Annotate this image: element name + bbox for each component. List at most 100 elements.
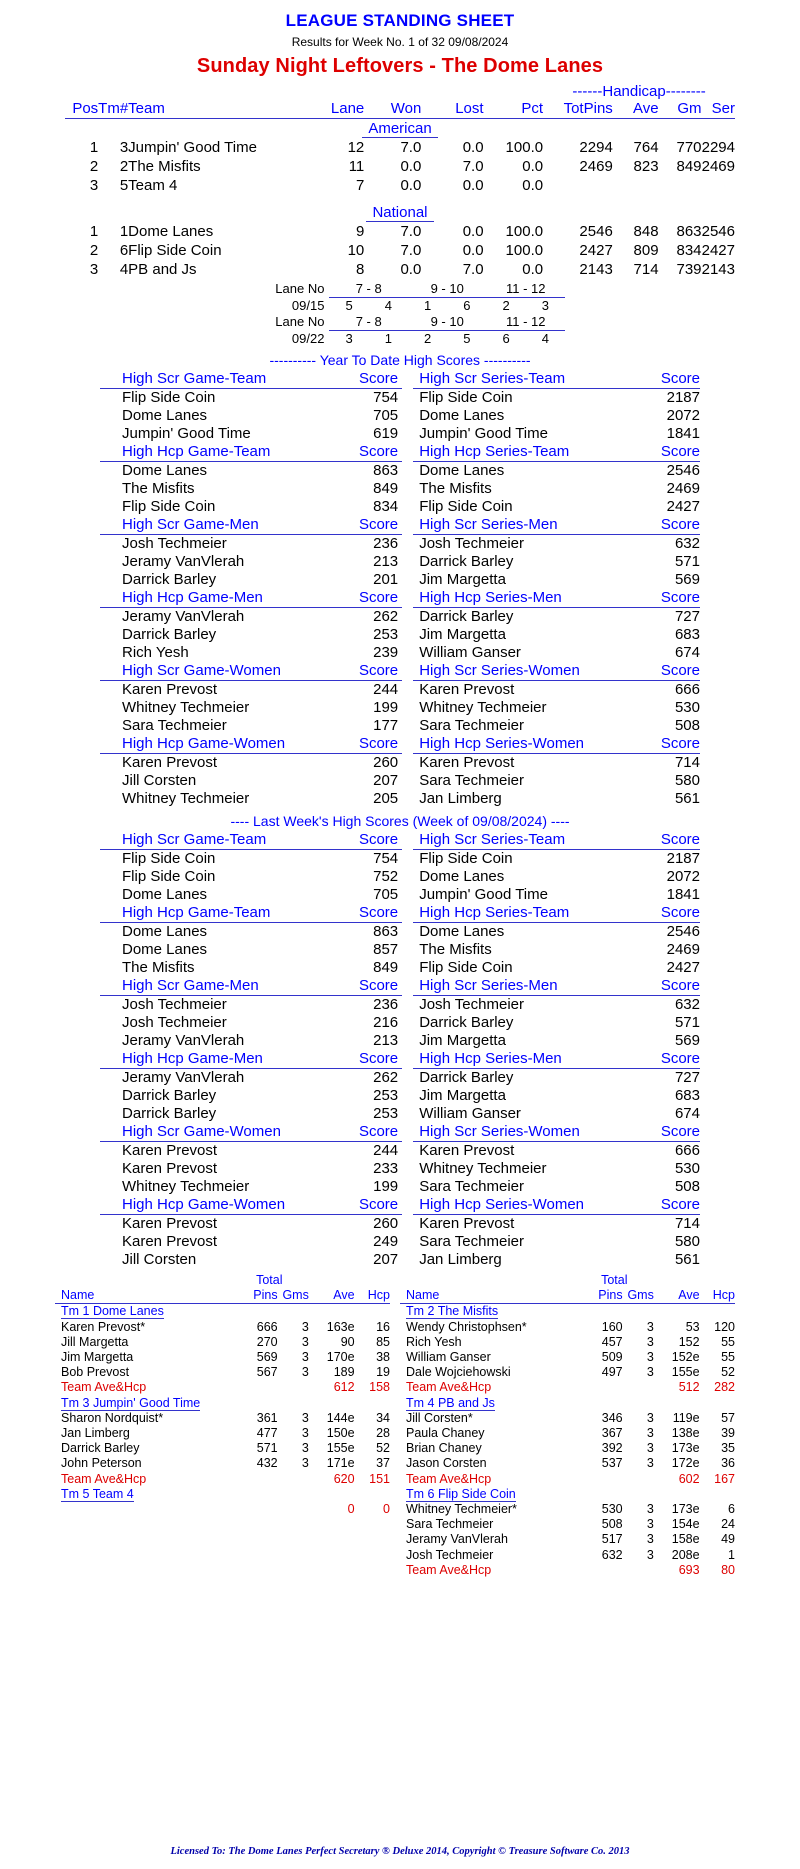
roster-player-pins: 508 bbox=[601, 1517, 623, 1532]
high-score-right-name: Flip Side Coin bbox=[419, 389, 513, 406]
roster-team-total-hcp: 282 bbox=[714, 1380, 735, 1395]
column-gap bbox=[402, 425, 413, 443]
high-score-left-value: 705 bbox=[373, 886, 399, 903]
high-score-left-name: Josh Techmeier bbox=[122, 996, 227, 1013]
high-score-right-name: Dome Lanes bbox=[419, 407, 505, 424]
roster-team-total-ave: 693 bbox=[678, 1562, 700, 1577]
roster-player-row: Jill Corsten* 346 3 119e 57 bbox=[400, 1411, 735, 1426]
standings-row: 2 2 The Misfits 11 0.0 7.0 0.0 2469 823 849 2469 bbox=[65, 157, 735, 176]
col-lane: Lane bbox=[308, 99, 365, 119]
high-score-left-value: 249 bbox=[373, 1233, 399, 1250]
column-gap bbox=[402, 1233, 413, 1251]
column-gap bbox=[402, 735, 413, 754]
standings-lane: 7 bbox=[355, 177, 365, 194]
high-score-block-header: High Scr Game-Women Score High Scr Series-… bbox=[100, 662, 700, 681]
high-score-left-score-label: Score bbox=[325, 977, 403, 996]
standings-team-number: 2 bbox=[119, 158, 129, 175]
roster-player-row: Dale Wojciehowski 497 3 155e 52 bbox=[400, 1365, 735, 1380]
high-score-left-name: The Misfits bbox=[122, 959, 195, 976]
high-score-right-score-label: Score bbox=[623, 370, 700, 389]
roster-player-ave: 155e bbox=[326, 1441, 355, 1456]
standings-row: 3 5 Team 4 7 0.0 0.0 0.0 bbox=[65, 176, 735, 195]
roster-player-name: Jan Limberg bbox=[61, 1426, 130, 1441]
col-ave: Ave bbox=[612, 99, 659, 119]
standings-row: 3 4 PB and Js 8 0.0 7.0 0.0 2143 714 739 2143 bbox=[65, 260, 735, 279]
column-gap bbox=[402, 886, 413, 904]
handicap-group-label: ------Handicap-------- bbox=[572, 83, 706, 100]
high-score-row: Karen Prevost 260 Karen Prevost 714 bbox=[100, 1215, 700, 1234]
col-gm: Gm bbox=[658, 99, 702, 119]
high-score-row: Karen Prevost 244 Karen Prevost 666 bbox=[100, 681, 700, 700]
roster-player-hcp: 36 bbox=[721, 1456, 735, 1471]
standings-pos: 2 bbox=[89, 242, 99, 259]
roster-player-gms: 3 bbox=[646, 1441, 654, 1456]
standings-hcp-series bbox=[702, 176, 735, 195]
column-gap bbox=[402, 754, 413, 773]
standings-lane: 9 bbox=[355, 223, 365, 240]
roster-player-hcp: 85 bbox=[376, 1334, 390, 1349]
high-score-right-value: 632 bbox=[674, 996, 700, 1013]
roster-blank bbox=[278, 1396, 309, 1411]
roster-player-row: Bob Prevost 567 3 189 19 bbox=[55, 1365, 390, 1380]
roster-player-pins: 567 bbox=[256, 1365, 278, 1380]
roster-blank bbox=[230, 1304, 278, 1320]
roster-blank bbox=[400, 1273, 575, 1288]
high-score-right-name: Karen Prevost bbox=[419, 754, 515, 771]
high-score-right-value: 2546 bbox=[666, 462, 700, 479]
standings-hcp-game bbox=[659, 176, 702, 195]
roster-player-hcp: 39 bbox=[721, 1426, 735, 1441]
lane-pair: 11 - 12 bbox=[486, 314, 565, 331]
standings-lane: 8 bbox=[355, 261, 365, 278]
roster-team-total-ave: 620 bbox=[333, 1471, 355, 1486]
col-pos: Pos bbox=[65, 99, 99, 119]
high-score-left-title: High Scr Game-Women bbox=[100, 662, 326, 681]
standings-team-name: PB and Js bbox=[128, 261, 197, 278]
high-score-row: Karen Prevost 249 Sara Techmeier 580 bbox=[100, 1233, 700, 1251]
roster-team-name: Tm 1 Dome Lanes bbox=[61, 1304, 164, 1320]
high-score-right-title: High Hcp Series-Team bbox=[413, 443, 624, 462]
column-gap bbox=[402, 1142, 413, 1161]
lane-assigned-team: 5 bbox=[345, 298, 353, 313]
spacer bbox=[65, 195, 735, 203]
roster-player-hcp: 55 bbox=[721, 1350, 735, 1365]
high-score-right-value: 2427 bbox=[666, 959, 700, 976]
roster-player-pins: 160 bbox=[601, 1319, 623, 1334]
high-score-right-value: 580 bbox=[674, 1233, 700, 1250]
roster-player-gms: 3 bbox=[646, 1365, 654, 1380]
roster-team-total-ave: 612 bbox=[333, 1380, 355, 1395]
standings-pct: 100.0 bbox=[505, 139, 544, 156]
standings-team-name: Team 4 bbox=[128, 177, 178, 194]
high-score-left-name: Whitney Techmeier bbox=[122, 790, 250, 807]
standings-hcp-series: 2143 bbox=[701, 261, 735, 278]
lane-assigned-team: 1 bbox=[384, 331, 392, 346]
high-score-block-header: High Hcp Game-Women Score High Hcp Series-… bbox=[100, 1196, 700, 1215]
column-gap bbox=[402, 1105, 413, 1123]
roster-player-pins: 497 bbox=[601, 1365, 623, 1380]
high-score-row: Darrick Barley 253 Jim Margetta 683 bbox=[100, 626, 700, 644]
high-score-row: Dome Lanes 705 Jumpin' Good Time 1841 bbox=[100, 886, 700, 904]
standings-hcp-series: 2469 bbox=[701, 158, 735, 175]
standings-totpins bbox=[543, 176, 613, 195]
high-score-left-value: 233 bbox=[373, 1160, 399, 1177]
roster-player-row: William Ganser 509 3 152e 55 bbox=[400, 1350, 735, 1365]
standings-totpins: 2294 bbox=[579, 139, 613, 156]
high-score-right-title: High Hcp Series-Women bbox=[413, 735, 624, 754]
high-score-row: Josh Techmeier 236 Josh Techmeier 632 bbox=[100, 996, 700, 1015]
column-gap bbox=[402, 831, 413, 850]
high-score-right-score-label: Score bbox=[623, 589, 700, 608]
high-score-right-name: Jumpin' Good Time bbox=[419, 886, 548, 903]
high-score-left-name: Karen Prevost bbox=[122, 681, 218, 698]
roster-blank bbox=[355, 1304, 390, 1320]
high-score-left-value: 199 bbox=[373, 1178, 399, 1195]
roster-blank bbox=[575, 1396, 623, 1411]
high-score-left-value: 262 bbox=[373, 608, 399, 625]
roster-player-pins: 571 bbox=[256, 1441, 278, 1456]
roster-team-total-hcp: 0 bbox=[383, 1502, 390, 1517]
standings-team-number: 3 bbox=[119, 139, 129, 156]
standings-hcp-game: 849 bbox=[676, 158, 702, 175]
high-score-row: Jill Corsten 207 Sara Techmeier 580 bbox=[100, 772, 700, 790]
roster-player-ave: 208e bbox=[671, 1547, 700, 1562]
roster-player-pins: 270 bbox=[256, 1334, 278, 1349]
high-score-right-value: 674 bbox=[674, 1105, 700, 1122]
high-score-left-score-label: Score bbox=[325, 1050, 403, 1069]
